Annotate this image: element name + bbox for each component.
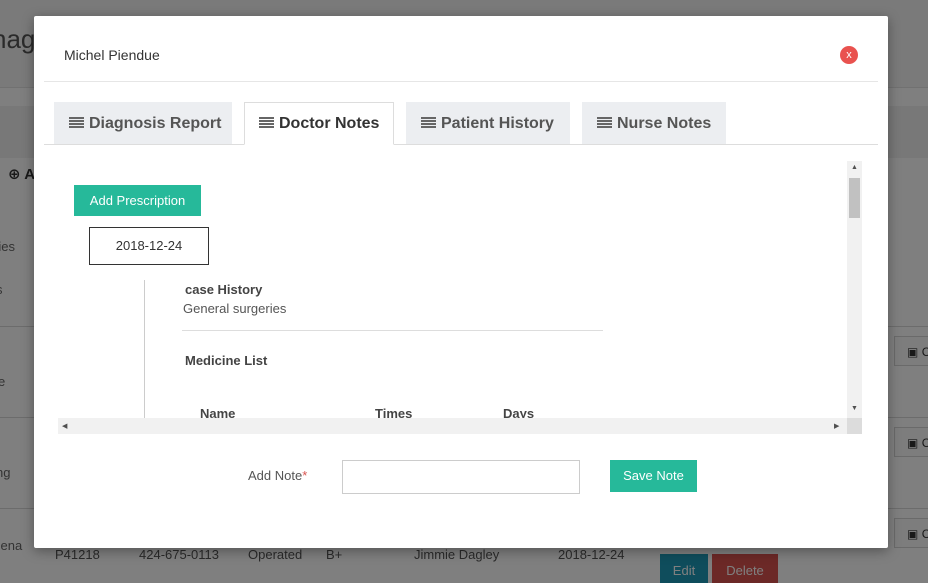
case-history-value: General surgeries — [183, 301, 287, 316]
list-icon — [421, 117, 436, 128]
tab-doctor-notes[interactable]: Doctor Notes — [244, 102, 394, 145]
scroll-right-icon[interactable]: ▶ — [834, 422, 839, 430]
vertical-scrollbar[interactable]: ▲ ▼ — [847, 161, 862, 418]
tab-diagnosis-report[interactable]: Diagnosis Report — [54, 102, 232, 144]
horizontal-scrollbar[interactable]: ◀ ▶ — [58, 418, 847, 434]
list-icon — [597, 117, 612, 128]
column-header-name: Name — [200, 406, 236, 418]
close-icon: x — [846, 49, 852, 61]
add-prescription-button[interactable]: Add Prescription — [74, 185, 201, 216]
timeline-line — [144, 280, 145, 418]
close-button[interactable]: x — [840, 46, 858, 64]
tab-patient-history[interactable]: Patient History — [406, 102, 570, 144]
save-note-button[interactable]: Save Note — [610, 460, 697, 492]
column-header-days: Days — [503, 406, 535, 418]
medicine-list-heading: Medicine List — [185, 353, 268, 368]
tab-nurse-notes[interactable]: Nurse Notes — [582, 102, 726, 144]
scrollbar-corner — [847, 418, 862, 434]
patient-modal: Michel Piendue x Diagnosis Report Doctor… — [34, 16, 888, 548]
scrollbar-thumb[interactable] — [849, 178, 860, 218]
scroll-left-icon[interactable]: ◀ — [62, 422, 67, 430]
scroll-up-icon[interactable]: ▲ — [851, 164, 858, 171]
scroll-down-icon[interactable]: ▼ — [851, 405, 858, 412]
required-mark: * — [302, 468, 308, 483]
list-icon — [259, 117, 274, 128]
note-input[interactable] — [342, 460, 580, 494]
timeline-date: 2018-12-24 — [89, 227, 209, 265]
case-history-heading: case History — [185, 282, 263, 297]
modal-header: Michel Piendue x — [44, 16, 878, 82]
column-header-times: Times — [375, 406, 413, 418]
list-icon — [69, 117, 84, 128]
tab-bar: Diagnosis Report Doctor Notes Patient Hi… — [44, 102, 878, 145]
notes-content: Add Prescription 2018-12-24 case History… — [58, 161, 847, 418]
add-note-label: Add Note* — [248, 468, 308, 483]
modal-title: Michel Piendue — [64, 47, 160, 63]
divider — [182, 330, 603, 331]
doctor-notes-panel[interactable]: Add Prescription 2018-12-24 case History… — [58, 161, 862, 434]
